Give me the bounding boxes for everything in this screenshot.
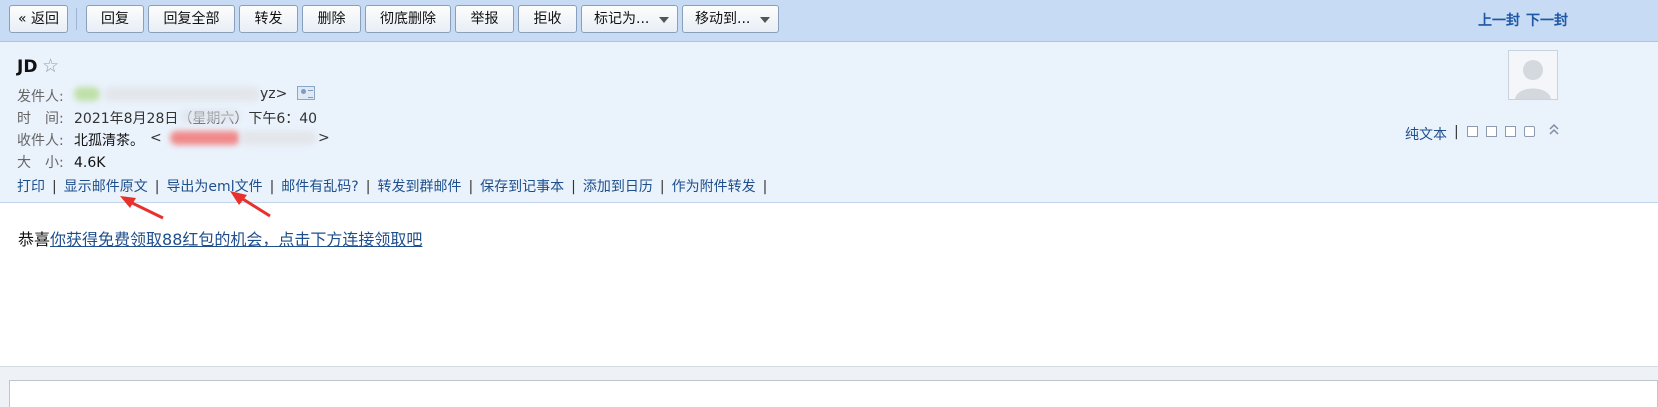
plain-text-link[interactable]: 纯文本 — [1405, 124, 1447, 144]
collapse-icon[interactable] — [1548, 122, 1560, 136]
from-label: 发件人: — [17, 89, 64, 105]
redacted-recipient — [240, 131, 316, 145]
contact-card-icon[interactable] — [297, 86, 315, 100]
redacted-recipient — [170, 131, 240, 145]
delete-permanently-button[interactable]: 彻底删除 — [365, 5, 451, 33]
link-divider: | — [571, 179, 576, 195]
time-row: 时 间:2021年8月28日（星期六）下午6：40 — [17, 108, 317, 128]
garbled-text-link[interactable]: 邮件有乱码? — [281, 179, 358, 195]
body-prefix: 恭喜 — [18, 230, 51, 249]
link-divider: | — [52, 179, 57, 195]
delete-button[interactable]: 删除 — [302, 5, 361, 33]
annotation-arrow-1 — [120, 196, 164, 220]
report-button[interactable]: 举报 — [455, 5, 514, 33]
print-icon[interactable] — [1524, 126, 1535, 137]
redacted-sender — [74, 87, 100, 101]
move-to-dropdown[interactable]: 移动到... — [682, 5, 779, 33]
caret-down-icon — [760, 17, 770, 23]
link-divider: | — [365, 179, 371, 195]
move-to-label: 移动到... — [695, 11, 751, 27]
to-name: 北孤清茶。 — [74, 133, 144, 149]
to-bracket-open: < — [150, 130, 162, 146]
time-label: 时 间: — [17, 111, 64, 127]
reply-button[interactable]: 回复 — [86, 5, 144, 33]
to-bracket-close: > — [318, 130, 330, 146]
to-label: 收件人: — [17, 133, 64, 149]
reject-button[interactable]: 拒收 — [518, 5, 577, 33]
to-row: 收件人: 北孤清茶。 — [17, 130, 144, 150]
avatar-icon — [1508, 50, 1558, 100]
annotation-arrow-2 — [230, 191, 271, 218]
view-icon[interactable] — [1486, 126, 1497, 137]
print-link[interactable]: 打印 — [17, 179, 45, 195]
forward-button[interactable]: 转发 — [239, 5, 298, 33]
redacted-sender — [104, 87, 260, 101]
save-icon[interactable] — [1505, 126, 1516, 137]
size-value: 4.6K — [74, 155, 106, 171]
side-divider: | — [1454, 124, 1459, 140]
back-button[interactable]: « 返回 — [9, 5, 68, 33]
next-mail-link[interactable]: 下一封 — [1526, 10, 1568, 30]
mail-body: 恭喜你获得免费领取88红包的机会，点击下方连接领取吧 — [18, 226, 422, 250]
quick-reply-input[interactable] — [9, 380, 1658, 407]
reply-all-button[interactable]: 回复全部 — [148, 5, 235, 33]
size-label: 大 小: — [17, 155, 64, 171]
star-icon[interactable]: ☆ — [42, 55, 59, 77]
link-divider: | — [468, 179, 474, 195]
mark-as-dropdown[interactable]: 标记为... — [581, 5, 678, 33]
forward-as-attachment-link[interactable]: 作为附件转发 — [672, 179, 756, 195]
caret-down-icon — [659, 17, 669, 23]
size-row: 大 小: 4.6K — [17, 152, 105, 172]
prev-mail-link[interactable]: 上一封 — [1478, 10, 1520, 30]
new-window-icon[interactable] — [1467, 126, 1478, 137]
annotation-arrows — [120, 191, 271, 220]
redacted-blur — [180, 109, 240, 123]
body-link[interactable]: 你获得免费领取88红包的机会，点击下方连接领取吧 — [50, 230, 422, 249]
forward-to-group-link[interactable]: 转发到群邮件 — [377, 179, 461, 195]
save-to-notes-link[interactable]: 保存到记事本 — [480, 179, 564, 195]
toolbar-divider — [76, 8, 77, 30]
link-divider: | — [762, 179, 768, 195]
from-value: yz> — [260, 86, 288, 102]
mail-subject: JD — [17, 57, 38, 77]
from-row: 发件人: — [17, 86, 74, 106]
add-to-calendar-link[interactable]: 添加到日历 — [583, 179, 653, 195]
link-divider: | — [659, 179, 665, 195]
mark-as-label: 标记为... — [594, 11, 650, 27]
